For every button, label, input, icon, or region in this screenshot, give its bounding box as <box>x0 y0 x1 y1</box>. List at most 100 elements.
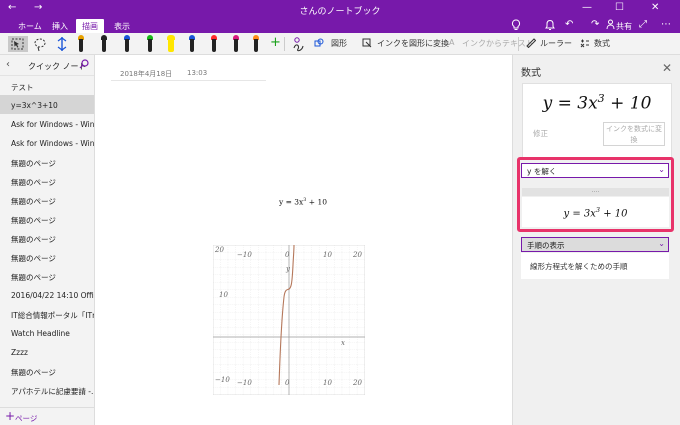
note-equation[interactable]: y = 3x3 + 10 <box>279 197 327 207</box>
ruler-button[interactable]: ルーラー <box>540 38 572 49</box>
more-options-icon[interactable]: ⋯ <box>661 19 671 30</box>
x-axis-label: x <box>341 339 345 347</box>
page-item[interactable]: IT総合情報ポータル「ITm... <box>0 304 94 323</box>
recognized-equation: y = 3x3 + 10 <box>523 92 671 114</box>
add-pen-icon[interactable]: + <box>270 35 281 50</box>
ink-to-text-icon: A <box>449 38 455 47</box>
page-item[interactable]: 2016/04/22 14:10 Offic... <box>0 285 94 304</box>
ribbon-tabs: ホーム 挿入 描画 表示 ↶ ↷ 共有 ⤢ ⋯ <box>0 18 680 33</box>
page-item[interactable]: 無題のページ <box>0 228 94 247</box>
chevron-down-icon: ⌄ <box>658 165 665 174</box>
shapes-icon[interactable] <box>314 38 324 50</box>
page-item[interactable]: 無題のページ <box>0 171 94 190</box>
eq-lhs: y = 3x <box>563 208 596 220</box>
page-item[interactable]: テスト <box>0 76 94 95</box>
page-item[interactable]: 無題のページ <box>0 361 94 380</box>
pen-7-icon[interactable] <box>232 35 240 53</box>
add-space-icon[interactable] <box>55 36 69 52</box>
solve-dropdown[interactable]: y を解く ⌄ <box>521 163 669 178</box>
page-item-selected[interactable]: y=3x^3+10 <box>0 95 94 114</box>
shapes-button[interactable]: 図形 <box>331 38 347 49</box>
bell-icon[interactable] <box>545 19 555 34</box>
note-time: 13:03 <box>187 69 208 77</box>
eq-exponent: 3 <box>597 92 605 105</box>
tab-home[interactable]: ホーム <box>12 19 48 33</box>
tab-view[interactable]: 表示 <box>108 19 136 33</box>
page-item[interactable]: 無題のページ <box>0 190 94 209</box>
ruler-icon[interactable] <box>526 38 537 50</box>
plus-icon: + <box>5 409 16 423</box>
pen-5-icon[interactable] <box>188 35 196 53</box>
restore-button[interactable]: ☐ <box>615 2 624 13</box>
tab-insert[interactable]: 挿入 <box>46 19 74 33</box>
page-list-pane: ‹ クイック ノート テスト y=3x^3+10 Ask for Windows… <box>0 55 95 425</box>
share-button[interactable]: 共有 <box>616 21 632 32</box>
pen-4-icon[interactable] <box>146 35 154 53</box>
steps-description: 線形方程式を解くための手順 <box>530 262 628 271</box>
page-item[interactable]: 無題のページ <box>0 152 94 171</box>
function-graph[interactable]: 20 −10 0 10 20 y 10 x −10 −10 0 10 20 <box>212 244 366 396</box>
redo-icon[interactable]: ↷ <box>591 19 599 30</box>
x-tick-label: 10 <box>323 251 332 259</box>
y-tick-label: 10 <box>219 291 228 299</box>
toolbar-divider <box>518 37 519 51</box>
chevron-left-icon[interactable]: ‹ <box>6 59 10 70</box>
math-button[interactable]: 数式 <box>594 38 610 49</box>
x-tick-label: 0 <box>285 251 290 259</box>
page-item[interactable]: Zzzz <box>0 342 94 361</box>
section-header: ‹ クイック ノート <box>0 55 94 76</box>
pen-6-icon[interactable] <box>210 35 218 53</box>
search-icon[interactable] <box>79 59 89 72</box>
lightbulb-icon[interactable] <box>511 19 521 34</box>
page-item[interactable]: Ask for Windows - Win... <box>0 114 94 133</box>
ink-to-shape-button[interactable]: インクを図形に変換 <box>377 38 449 49</box>
eq-rhs: + 10 <box>306 197 327 207</box>
page-item[interactable]: Watch Headline <box>0 323 94 342</box>
ink-to-text-button: インクからテキスト <box>462 39 534 48</box>
steps-dropdown-value: 手順の表示 <box>527 241 565 250</box>
ink-to-shape-icon[interactable] <box>362 38 372 50</box>
tab-draw[interactable]: 描画 <box>76 19 104 33</box>
highlighter-yellow-icon[interactable] <box>166 35 176 53</box>
select-tool-button[interactable] <box>8 36 28 52</box>
undo-icon[interactable]: ↶ <box>565 19 573 30</box>
ink-replay-icon[interactable] <box>291 36 305 52</box>
pen-8-icon[interactable] <box>252 35 260 53</box>
close-icon[interactable]: ✕ <box>662 61 672 75</box>
page-item[interactable]: 無題のページ <box>0 266 94 285</box>
x-tick-label: −10 <box>237 251 252 259</box>
page-item[interactable]: 無題のページ <box>0 247 94 266</box>
x-tick-label: 0 <box>285 379 290 387</box>
close-button[interactable]: ✕ <box>651 2 659 13</box>
math-pane-title: 数式 <box>521 68 541 79</box>
pen-2-icon[interactable] <box>100 35 108 53</box>
title-underline <box>111 80 266 81</box>
section-title: クイック ノート <box>28 62 87 71</box>
page-item[interactable]: Ask for Windows - Win... <box>0 133 94 152</box>
minimize-button[interactable]: — <box>582 2 592 13</box>
expand-icon[interactable]: ⤢ <box>639 19 647 30</box>
title-bar: ← → さんのノートブック — ☐ ✕ <box>0 0 680 18</box>
add-page-label: ページ <box>15 414 38 423</box>
page-item[interactable]: アパホテルに記慮要請 -... <box>0 380 94 399</box>
steps-dropdown[interactable]: 手順の表示 ⌄ <box>521 237 669 252</box>
pen-1-icon[interactable] <box>77 35 85 53</box>
resize-grip[interactable]: .... <box>522 188 669 196</box>
eq-lhs: y = 3x <box>542 93 598 114</box>
pen-3-icon[interactable] <box>123 35 131 53</box>
lasso-icon[interactable] <box>32 36 48 52</box>
draw-toolbar: + 図形 インクを図形に変換 A インクからテキスト ルーラー 数式 <box>0 33 680 55</box>
fix-button[interactable]: 修正 <box>533 128 548 139</box>
note-date: 2018年4月18日 <box>120 70 173 78</box>
add-page-button[interactable]: + ページ <box>0 407 94 425</box>
solution-box: y = 3x3 + 10 <box>522 197 669 227</box>
onenote-window: ← → さんのノートブック — ☐ ✕ ホーム 挿入 描画 表示 ↶ ↷ 共有 … <box>0 0 680 425</box>
chevron-down-icon: ⌄ <box>658 239 665 248</box>
recognized-equation-box: y = 3x3 + 10 修正 インクを数式に変換 <box>522 83 672 159</box>
math-icon[interactable] <box>580 38 590 50</box>
share-icon[interactable] <box>606 19 615 33</box>
x-tick-label: −10 <box>237 379 252 387</box>
ink-to-math-button[interactable]: インクを数式に変換 <box>603 122 665 146</box>
page-item[interactable]: 無題のページ <box>0 209 94 228</box>
x-tick-label: 20 <box>352 379 362 387</box>
